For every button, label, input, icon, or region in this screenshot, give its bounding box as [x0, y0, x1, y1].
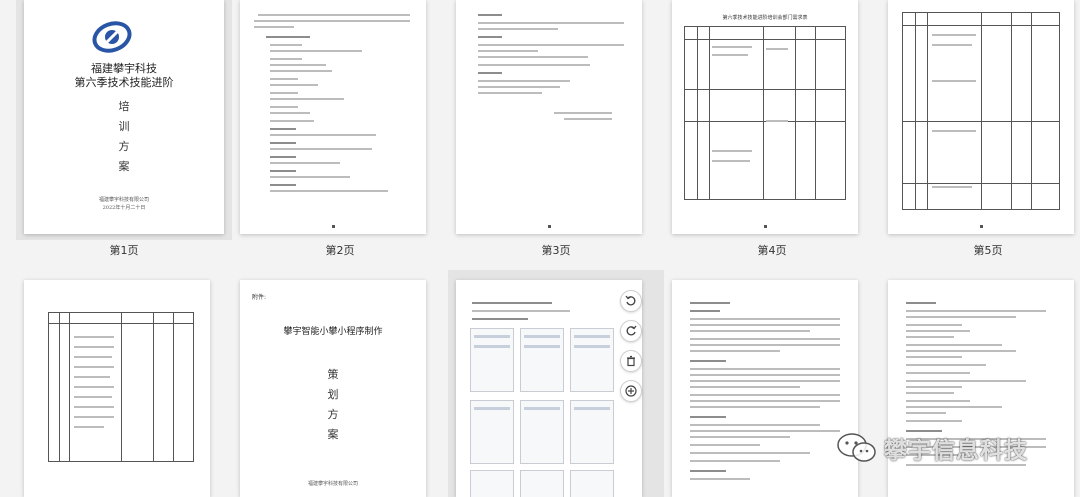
page-thumbnail-6[interactable]: [24, 280, 210, 497]
page-label-3: 第3页: [541, 244, 571, 257]
doc-footer-company: 福建攀宇科技有限公司: [98, 197, 149, 203]
app-screenshot: [470, 470, 514, 497]
doc-title-char: 方: [327, 408, 339, 421]
doc-title-char: 案: [327, 428, 339, 441]
page-thumbnail-1[interactable]: 福建攀宇科技 第六季技术技能进阶 培 训 方 案 福建攀宇科技有限公司 2022…: [24, 0, 224, 234]
page-thumbnail-8[interactable]: [456, 280, 642, 497]
app-screenshot: [570, 470, 614, 497]
page-cell-1[interactable]: 福建攀宇科技 第六季技术技能进阶 培 训 方 案 福建攀宇科技有限公司 2022…: [16, 0, 232, 257]
requirements-table: [684, 26, 846, 200]
watermark: 攀宇信息科技: [836, 423, 1028, 473]
rotate-right-icon[interactable]: [620, 320, 642, 342]
page-thumbnail-2[interactable]: [240, 0, 426, 234]
doc-title-char: 策: [327, 368, 339, 381]
doc-title-char: 方: [118, 140, 130, 153]
doc-title-char: 划: [327, 388, 339, 401]
page-label-1: 第1页: [109, 244, 139, 257]
doc-footer-company: 福建攀宇科技有限公司: [307, 481, 358, 487]
app-screenshot: [520, 470, 564, 497]
page-cell-4[interactable]: 第六季技术技能进阶培训会部门需求表 第4页: [664, 0, 880, 257]
page-cell-2[interactable]: 第2页: [232, 0, 448, 257]
table-title: 第六季技术技能进阶培训会部门需求表: [722, 15, 808, 21]
requirements-table: [48, 312, 194, 462]
page-cell-3[interactable]: 第3页: [448, 0, 664, 257]
page-label-2: 第2页: [325, 244, 355, 257]
attachment-label: 附件:: [252, 294, 267, 301]
doc-footer-date: 2022年十月二十日: [102, 205, 146, 211]
page-thumbnail-4[interactable]: 第六季技术技能进阶培训会部门需求表: [672, 0, 858, 234]
doc-title-char: 培: [118, 100, 130, 113]
page-thumbnail-3[interactable]: [456, 0, 642, 234]
page-label-4: 第4页: [757, 244, 787, 257]
requirements-table: [902, 12, 1060, 210]
doc-subtitle: 第六季技术技能进阶: [74, 76, 174, 89]
rotate-left-icon[interactable]: [620, 290, 642, 312]
watermark-text: 攀宇信息科技: [884, 438, 1028, 464]
app-screenshot: [520, 400, 564, 464]
doc-title-char: 案: [118, 160, 130, 173]
doc-title-char: 训: [118, 120, 130, 133]
page-cell-5[interactable]: 第5页: [880, 0, 1080, 257]
page-label-5: 第5页: [973, 244, 1003, 257]
page-cell-7[interactable]: 附件: 攀宇智能小攀小程序制作 策 划 方 案 福建攀宇科技有限公司: [232, 270, 448, 497]
app-screenshot: [570, 400, 614, 464]
page-thumbnail-5[interactable]: [888, 0, 1074, 234]
doc-title: 攀宇智能小攀小程序制作: [283, 327, 383, 337]
app-screenshot: [520, 328, 564, 392]
company-logo-icon: [92, 21, 132, 53]
page-cell-6[interactable]: [16, 270, 232, 497]
page-thumbnail-7[interactable]: 附件: 攀宇智能小攀小程序制作 策 划 方 案 福建攀宇科技有限公司: [240, 280, 426, 497]
app-screenshot: [470, 400, 514, 464]
app-screenshot: [570, 328, 614, 392]
page-thumbnail-9[interactable]: [672, 280, 858, 497]
app-screenshot: [470, 328, 514, 392]
wechat-icon: [837, 433, 876, 462]
add-icon[interactable]: [620, 380, 642, 402]
trash-icon[interactable]: [620, 350, 642, 372]
